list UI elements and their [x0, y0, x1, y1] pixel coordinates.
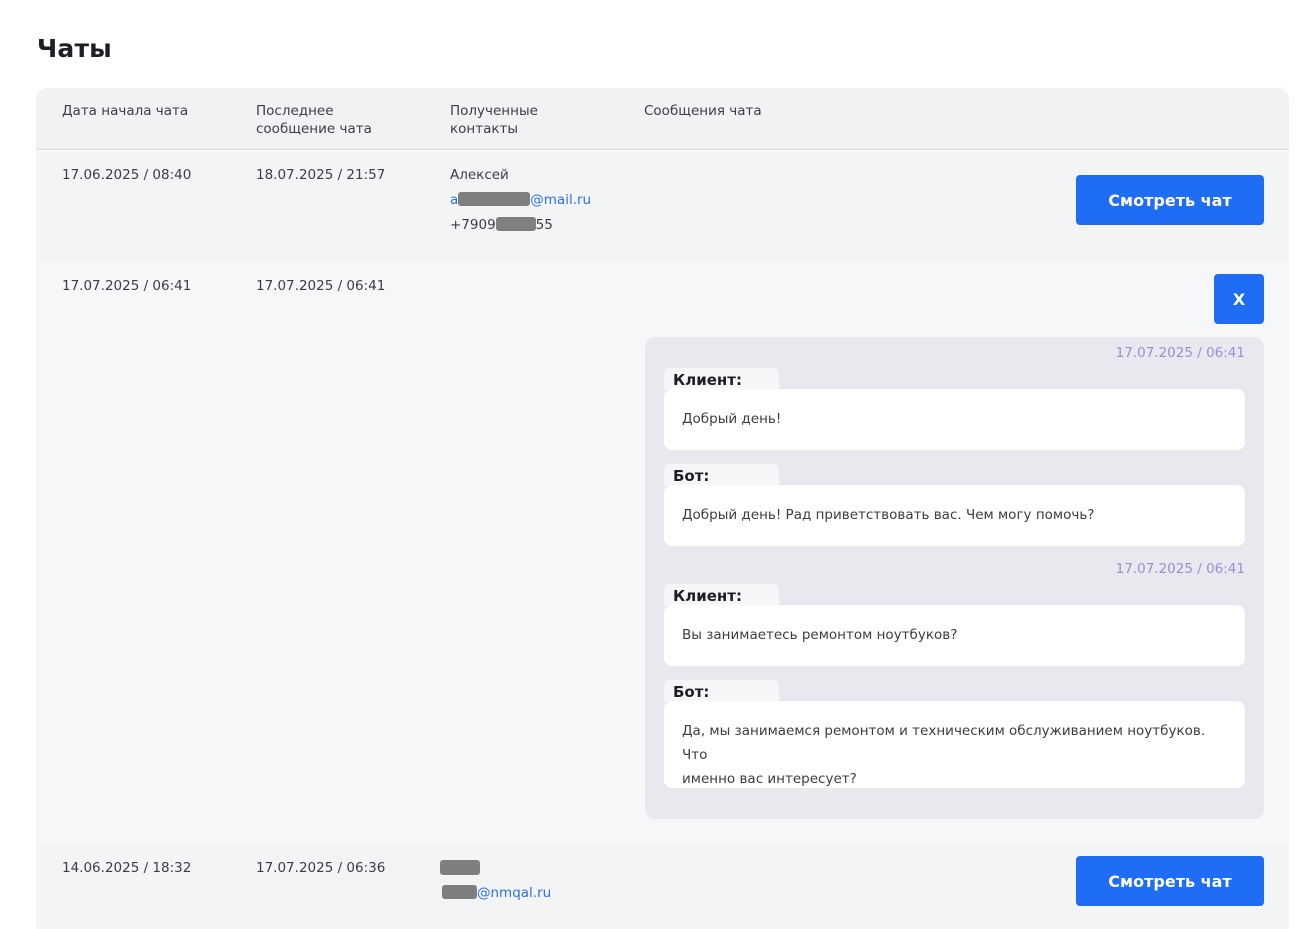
- contact-email[interactable]: a @mail.ru: [450, 188, 591, 213]
- table-row: 17.06.2025 / 08:40 18.07.2025 / 21:57 Ал…: [36, 151, 1289, 262]
- contacts-cell: Алексей a @mail.ru +7909 55: [450, 163, 591, 238]
- chat-last-message-date: 18.07.2025 / 21:57: [256, 167, 386, 183]
- speaker-label-bot: Бот:: [664, 680, 779, 702]
- message-bubble-bot: Да, мы занимаемся ремонтом и техническим…: [664, 701, 1245, 788]
- speaker-label-client: Клиент:: [664, 368, 779, 390]
- redacted-mask: [458, 192, 531, 206]
- view-chat-button[interactable]: Смотреть чат: [1076, 856, 1264, 906]
- close-chat-button[interactable]: X: [1214, 274, 1264, 324]
- contact-email-prefix: a: [450, 192, 459, 208]
- message-bubble-client: Вы занимаетесь ремонтом ноутбуков?: [664, 605, 1245, 666]
- redacted-mask: [440, 860, 480, 875]
- chats-table: Дата начала чата Последнее сообщение чат…: [36, 88, 1289, 929]
- view-chat-button[interactable]: Смотреть чат: [1076, 175, 1264, 225]
- message-timestamp: 17.07.2025 / 06:41: [1115, 345, 1245, 361]
- contact-name: [440, 857, 551, 881]
- header-last-message: Последнее сообщение чата: [256, 102, 372, 138]
- header-last-message-line2: сообщение чата: [256, 121, 372, 137]
- header-last-message-line1: Последнее: [256, 103, 334, 119]
- table-row: 14.06.2025 / 18:32 17.07.2025 / 06:36 @n…: [36, 843, 1289, 929]
- speaker-label-client: Клиент:: [664, 584, 779, 606]
- chat-start-date: 14.06.2025 / 18:32: [62, 860, 192, 876]
- chat-start-date: 17.06.2025 / 08:40: [62, 167, 192, 183]
- header-start-date: Дата начала чата: [62, 103, 189, 119]
- message-timestamp: 17.07.2025 / 06:41: [1115, 561, 1245, 577]
- message-text-line: Да, мы занимаемся ремонтом и техническим…: [682, 723, 1206, 763]
- contact-phone-prefix: +7909: [450, 217, 496, 233]
- message-bubble-client: Добрый день!: [664, 389, 1245, 450]
- table-row-expanded: 17.07.2025 / 06:41 17.07.2025 / 06:41 X …: [36, 262, 1289, 843]
- message-text-line: именно вас интересует?: [682, 771, 857, 787]
- contact-email[interactable]: @nmqal.ru: [440, 881, 551, 906]
- message-bubble-bot: Добрый день! Рад приветствовать вас. Чем…: [664, 485, 1245, 546]
- chat-start-date: 17.07.2025 / 06:41: [62, 278, 192, 294]
- header-contacts-line2: контакты: [450, 121, 519, 137]
- table-header: Дата начала чата Последнее сообщение чат…: [36, 88, 1289, 150]
- speaker-label-bot: Бот:: [664, 464, 779, 486]
- redacted-mask: [442, 885, 477, 899]
- page-title: Чаты: [37, 34, 112, 63]
- contact-email-suffix: @nmqal.ru: [477, 885, 552, 901]
- chat-messages-panel: 17.07.2025 / 06:41 Клиент: Добрый день! …: [645, 337, 1264, 819]
- header-contacts-line1: Полученные: [450, 103, 538, 119]
- chat-last-message-date: 17.07.2025 / 06:41: [256, 278, 386, 294]
- header-messages: Сообщения чата: [644, 103, 762, 119]
- contacts-cell: @nmqal.ru: [440, 857, 551, 906]
- header-contacts: Полученные контакты: [450, 102, 538, 138]
- contact-phone: +7909 55: [450, 213, 591, 238]
- chat-last-message-date: 17.07.2025 / 06:36: [256, 860, 386, 876]
- redacted-mask: [495, 217, 536, 231]
- contact-name: Алексей: [450, 167, 509, 183]
- contact-email-suffix: @mail.ru: [530, 192, 592, 208]
- contact-phone-suffix: 55: [535, 217, 553, 233]
